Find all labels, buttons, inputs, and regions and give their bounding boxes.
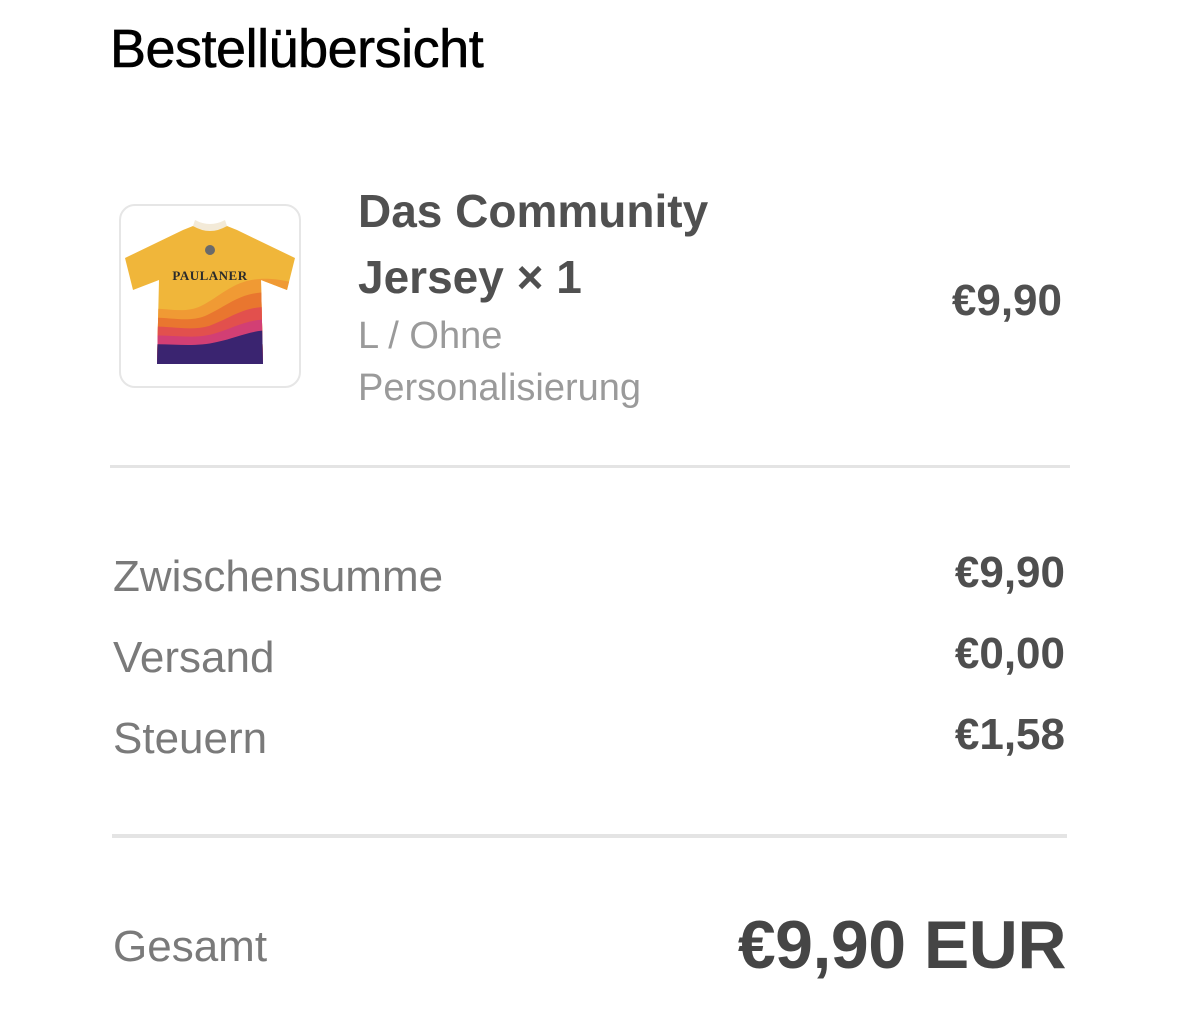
product-variant: L / Ohne Personalisierung xyxy=(358,310,778,414)
subtotal-label: Zwischensumme xyxy=(113,552,444,601)
total-label: Gesamt xyxy=(113,922,268,971)
shipping-label: Versand xyxy=(113,633,275,682)
tax-value: €1,58 xyxy=(954,710,1065,759)
jersey-image xyxy=(125,220,295,364)
subtotal-value: €9,90 xyxy=(954,548,1065,597)
order-summary-page: Bestellübersicht PAULANER Das Community … xyxy=(0,0,1179,1033)
product-price: €9,90 xyxy=(951,276,1062,325)
divider xyxy=(112,834,1067,838)
product-name: Das Community Jersey × 1 xyxy=(358,178,778,310)
total-value: €9,90 EUR xyxy=(737,907,1067,983)
jersey-logo-text: PAULANER xyxy=(172,268,248,283)
product-image: PAULANER xyxy=(119,204,301,388)
product-variant-line1: L / Ohne xyxy=(358,315,503,357)
product-variant-line2: Personalisierung xyxy=(358,367,642,409)
product-name-line2: Jersey × 1 xyxy=(358,251,582,303)
shipping-value: €0,00 xyxy=(954,629,1065,678)
tax-label: Steuern xyxy=(113,714,268,763)
page-title: Bestellübersicht xyxy=(110,19,484,80)
product-name-line1: Das Community xyxy=(358,185,709,237)
divider xyxy=(110,465,1070,468)
